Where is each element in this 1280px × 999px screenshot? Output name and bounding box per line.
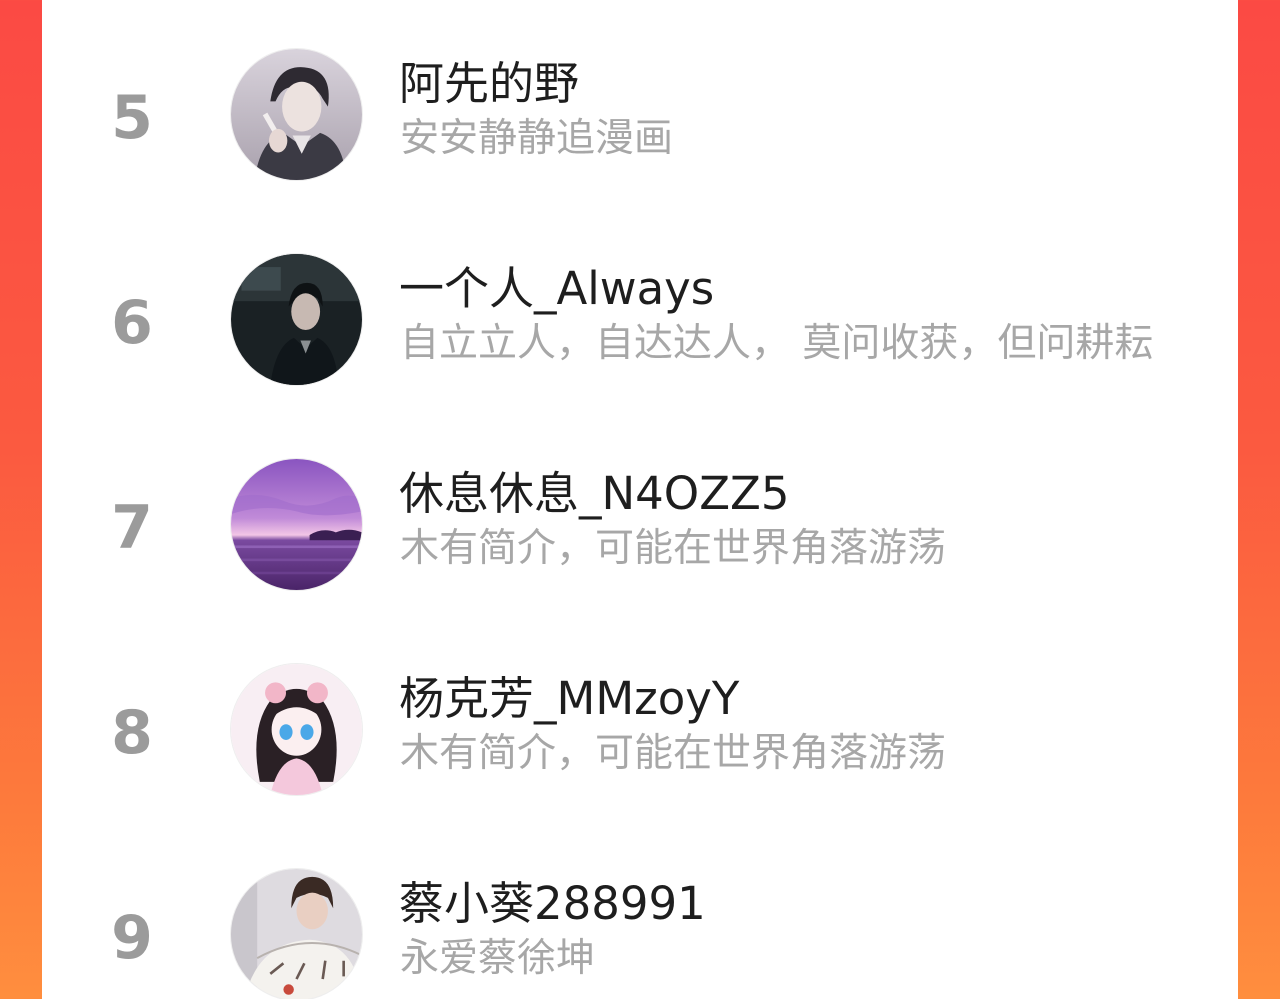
anime-man-avatar-icon[interactable] [230,48,363,181]
rank-number: 9 [111,903,153,973]
user-name[interactable]: 蔡小葵288991 [399,878,706,930]
rank-number: 5 [111,83,153,153]
ranking-row-8[interactable]: 8 杨克芳_MMzoyY 木有简介，可能在世界角落游荡 [42,655,1238,815]
user-name[interactable]: 休息休息_N4OZZ5 [399,468,790,520]
anime-girl-avatar-icon[interactable] [230,663,363,796]
ranking-row-5[interactable]: 5 阿先的野 安安静静追漫画 [42,40,1238,200]
user-name[interactable]: 杨克芳_MMzoyY [399,673,739,725]
user-bio: 自立立人，自达达人， 莫问收获，但问耕耘 [400,321,1154,366]
ranking-row-7[interactable]: 7 休息休息_N4OZZ5 木有简介，可能在世界角落游荡 [42,450,1238,610]
avatar-image [231,869,362,999]
user-bio: 木有简介，可能在世界角落游荡 [400,731,947,776]
ranking-row-6[interactable]: 6 一个人_Always 自立立人，自达达人， 莫问收获，但问耕耘 [42,245,1238,405]
user-name[interactable]: 阿先的野 [399,58,579,110]
ranking-row-9[interactable]: 9 蔡小葵288991 永爱蔡徐坤 [42,860,1238,999]
boy-with-fan-avatar-icon[interactable] [230,868,363,999]
rank-number: 8 [111,698,153,768]
user-bio: 安安静静追漫画 [400,116,674,161]
user-bio: 永爱蔡徐坤 [400,936,596,981]
ranking-list: 5 阿先的野 安安静静追漫画 6 一个人_Always 自立立人，自达达人， 莫… [42,0,1238,999]
man-in-car-avatar-icon[interactable] [230,253,363,386]
rank-number: 6 [111,288,153,358]
purple-sunset-sea-avatar-icon[interactable] [230,458,363,591]
avatar-image [231,459,362,590]
rank-number: 7 [111,493,153,563]
user-name[interactable]: 一个人_Always [399,263,714,315]
avatar-image [231,254,362,385]
avatar-image [231,664,362,795]
user-bio: 木有简介，可能在世界角落游荡 [400,526,947,571]
avatar-image [231,49,362,180]
